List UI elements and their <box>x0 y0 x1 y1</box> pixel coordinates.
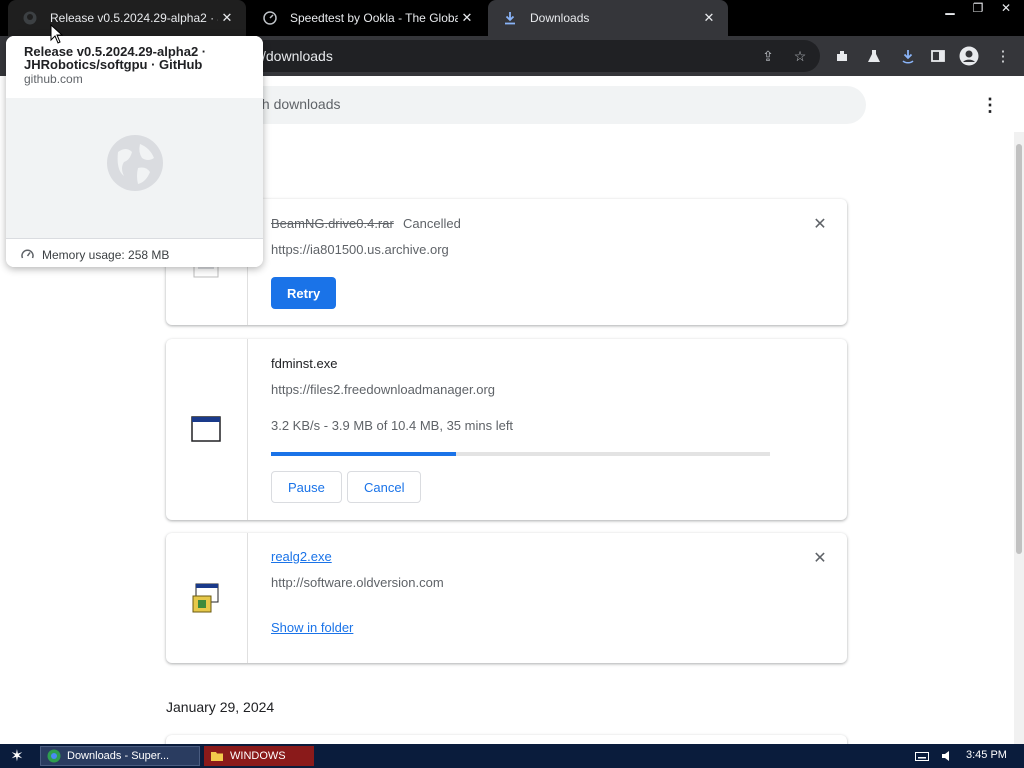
chrome-menu-icon[interactable]: ⋮ <box>992 46 1014 66</box>
close-icon[interactable]: ✕ <box>458 9 476 27</box>
chrome-icon <box>47 749 61 763</box>
remove-item-icon[interactable]: ✕ <box>811 549 829 567</box>
folder-icon <box>211 752 223 761</box>
progress-status: 3.2 KB/s - 3.9 MB of 10.4 MB, 35 mins le… <box>271 418 514 433</box>
restore-icon[interactable]: ❐ <box>966 0 990 16</box>
github-icon <box>22 10 38 26</box>
side-panel-icon[interactable] <box>927 46 949 66</box>
taskbar-item-chrome[interactable]: Downloads - Super... <box>40 746 200 766</box>
profile-avatar-icon[interactable] <box>958 46 980 66</box>
memory-usage: Memory usage: 258 MB <box>42 248 170 262</box>
tab-title: Release v0.5.2024.29-alpha2 · JHR <box>50 11 218 25</box>
taskbar-item-folder[interactable]: WINDOWS <box>204 746 314 766</box>
tab-strip: Release v0.5.2024.29-alpha2 · JHR ✕ Spee… <box>0 0 1024 36</box>
tab-github-release[interactable]: Release v0.5.2024.29-alpha2 · JHR ✕ <box>8 0 246 36</box>
download-item-realg2: realg2.exe http://software.oldversion.co… <box>166 533 847 663</box>
minimize-icon[interactable]: ▁ <box>938 0 962 16</box>
taskbar-item-label: Downloads - Super... <box>67 750 170 762</box>
address-bar[interactable]: /downloads ⇪ ☆ <box>200 40 820 72</box>
hover-card-footer: Memory usage: 258 MB <box>6 238 263 267</box>
volume-icon[interactable] <box>941 750 955 762</box>
tab-downloads[interactable]: Downloads ✕ <box>488 0 728 36</box>
extensions-icon[interactable] <box>831 46 853 66</box>
hover-card-title: Release v0.5.2024.29-alpha2 · JHRobotics… <box>24 44 207 72</box>
downloads-toolbar-icon[interactable] <box>897 46 919 66</box>
window-controls: ▁ ❐ ✕ <box>938 0 1018 18</box>
show-in-folder-link[interactable]: Show in folder <box>271 620 353 635</box>
cancel-button[interactable]: Cancel <box>347 471 422 503</box>
file-name-link[interactable]: realg2.exe <box>271 549 332 564</box>
scrollbar[interactable] <box>1014 132 1024 744</box>
globe-icon <box>107 135 163 191</box>
file-name: fdminst.exe <box>271 356 338 371</box>
window-app-icon <box>191 416 221 442</box>
file-name: BeamNG.drive0.4.rar <box>271 216 394 231</box>
taskbar-item-label: WINDOWS <box>230 750 286 762</box>
divider <box>247 533 248 663</box>
address-text: /downloads <box>262 48 333 64</box>
download-item-fdminst: fdminst.exe https://files2.freedownloadm… <box>166 339 847 520</box>
download-item-beamng: BeamNG.drive0.4.rar Cancelled https://ia… <box>166 199 847 325</box>
memory-gauge-icon <box>20 247 34 261</box>
tab-speedtest[interactable]: Speedtest by Ookla - The Global Br ✕ <box>248 0 486 36</box>
scrollbar-thumb[interactable] <box>1016 144 1022 554</box>
close-icon[interactable]: ✕ <box>218 9 236 27</box>
taskbar: ✶ Downloads - Super... WINDOWS 3:45 PM <box>0 744 1024 768</box>
remove-item-icon[interactable]: ✕ <box>811 215 829 233</box>
source-url: http://software.oldversion.com <box>271 575 444 590</box>
close-icon[interactable]: ✕ <box>700 9 718 27</box>
hover-card-preview <box>6 98 263 238</box>
installer-icon <box>192 583 219 613</box>
share-icon[interactable]: ⇪ <box>758 46 778 66</box>
mouse-cursor-icon <box>50 24 64 44</box>
source-url: https://ia801500.us.archive.org <box>271 242 449 257</box>
system-clock: 3:45 PM <box>966 749 1007 761</box>
close-window-icon[interactable]: ✕ <box>994 0 1018 16</box>
retry-button[interactable]: Retry <box>271 277 337 309</box>
tab-hover-card: Release v0.5.2024.29-alpha2 · JHRobotics… <box>6 36 263 267</box>
search-placeholder: th downloads <box>258 96 341 112</box>
source-url: https://files2.freedownloadmanager.org <box>271 382 496 397</box>
pause-button[interactable]: Pause <box>271 471 342 503</box>
bookmark-star-icon[interactable]: ☆ <box>790 46 810 66</box>
date-header: January 29, 2024 <box>166 699 275 715</box>
labs-flask-icon[interactable] <box>863 46 885 66</box>
keyboard-icon[interactable] <box>915 750 929 762</box>
start-star-icon[interactable]: ✶ <box>6 746 28 766</box>
hover-card-domain: github.com <box>24 72 83 86</box>
download-icon <box>502 10 518 26</box>
tab-title: Speedtest by Ookla - The Global Br <box>290 11 458 25</box>
progress-bar <box>271 452 770 456</box>
download-status: Cancelled <box>403 216 461 231</box>
progress-fill <box>271 452 456 456</box>
divider <box>247 339 248 520</box>
hover-card-header: Release v0.5.2024.29-alpha2 · JHRobotics… <box>6 36 263 98</box>
more-actions-icon[interactable]: ⋮ <box>980 94 1000 116</box>
speedtest-icon <box>262 10 278 26</box>
tab-title: Downloads <box>530 11 590 25</box>
